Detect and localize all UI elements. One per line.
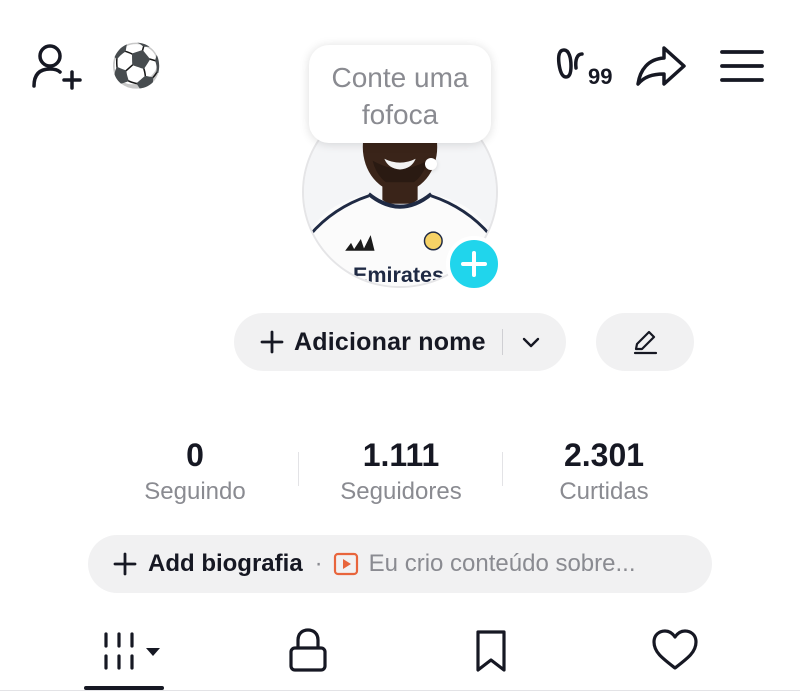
add-name-label: Adicionar nome [294,327,486,356]
bio-suggestion: Eu crio conteúdo sobre... [368,550,636,577]
stat-followers[interactable]: 1.111 Seguidores [311,436,491,508]
heart-icon [652,629,698,670]
share-button[interactable] [634,44,688,88]
menu-button[interactable] [718,46,768,86]
tab-private[interactable] [283,622,333,682]
person-plus-icon [32,44,82,90]
chevron-down-icon[interactable] [519,330,543,354]
following-count: 0 [186,437,204,473]
lock-icon [289,628,327,672]
plus-icon [260,330,284,354]
followers-label: Seguidores [340,478,462,505]
tooltip-line-2: fofoca [361,99,439,130]
tooltip-bubble[interactable]: Conte uma fofoca [309,45,491,143]
tooltip-tail [425,158,437,170]
following-label: Seguindo [144,478,246,505]
hamburger-menu-icon [720,50,764,82]
tab-liked[interactable] [650,622,700,682]
add-friend-button[interactable] [30,42,82,90]
stat-divider [298,452,299,486]
plus-circle-icon [461,251,487,277]
tooltip-line-1: Conte uma [331,62,469,93]
stat-divider [502,452,503,486]
likes-label: Curtidas [559,478,649,505]
play-video-icon [333,552,358,576]
followers-count: 1.111 [362,437,440,473]
bookmark-icon [476,630,506,672]
soccer-ball-icon[interactable]: ⚽ [110,42,162,90]
edit-profile-button[interactable] [596,313,694,371]
stat-likes[interactable]: 2.301 Curtidas [514,436,694,508]
pencil-icon [633,330,658,355]
likes-count: 2.301 [563,437,645,473]
add-bio-label: Add biografia [148,550,303,577]
tab-saved[interactable] [466,622,516,682]
bio-separator: · [314,550,323,577]
stat-following[interactable]: 0 Seguindo [105,436,285,508]
add-name-button[interactable]: Adicionar nome [234,313,566,371]
tab-videos-grid[interactable] [90,622,164,682]
add-bio-button[interactable]: Add biografia · Eu crio conteúdo sobre..… [88,535,712,593]
share-arrow-icon [636,46,686,86]
tabs-divider [0,690,800,691]
plus-icon [113,552,137,576]
visitors-count: 99 [588,64,613,89]
grid-icon [104,632,160,670]
svg-text:Emirates: Emirates [353,263,444,286]
add-photo-button[interactable] [446,236,502,292]
divider [501,329,503,355]
